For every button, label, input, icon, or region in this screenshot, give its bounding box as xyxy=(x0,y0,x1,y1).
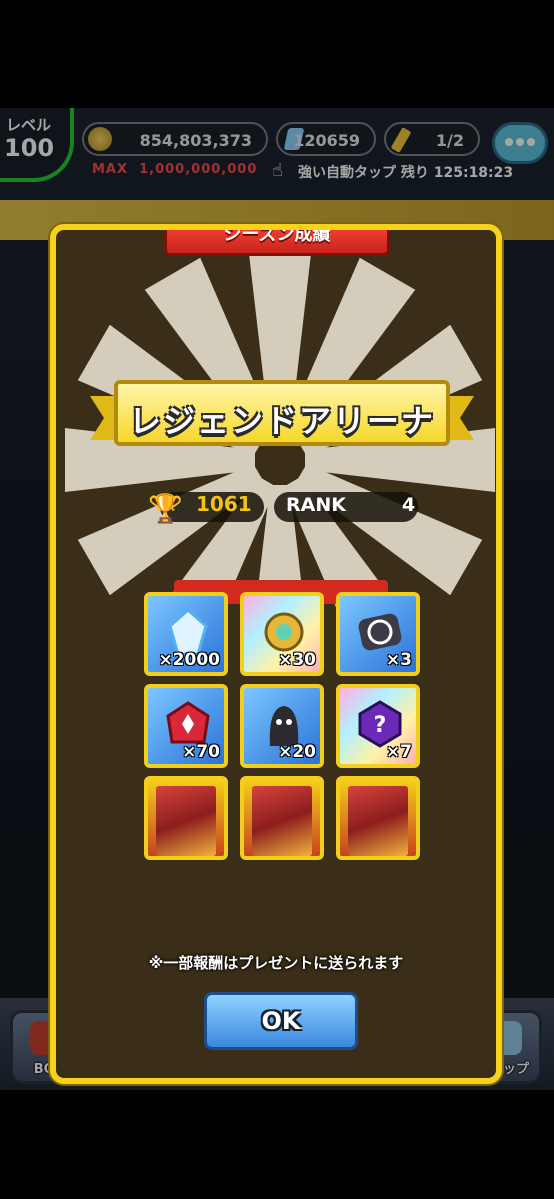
trophy-count: 1061 xyxy=(196,492,252,516)
banner-plate: レジェンドアリーナ xyxy=(114,380,450,446)
reward-item[interactable] xyxy=(336,776,420,860)
shadow-figure-icon xyxy=(269,706,299,746)
dark-medal-icon xyxy=(358,613,402,651)
reward-item[interactable] xyxy=(240,776,324,860)
reward-item[interactable]: ? ×7 xyxy=(336,684,420,768)
reward-quantity: ×20 xyxy=(278,742,316,762)
trophy-icon: 🏆 xyxy=(148,492,183,525)
reward-item[interactable]: ×20 xyxy=(240,684,324,768)
arena-banner: レジェンドアリーナ xyxy=(90,370,474,458)
season-results-dialog: シーズン成績 レジェンドアリーナ 🏆 1061 RANK 4 ×2000 ×30 ×… xyxy=(50,224,502,1084)
dragon-card-icon xyxy=(348,786,408,856)
reward-quantity: ×30 xyxy=(278,650,316,670)
rank-value: 4 xyxy=(402,494,416,516)
purple-mystery-icon: ? xyxy=(358,700,402,748)
dialog-title: シーズン成績 xyxy=(164,230,390,256)
reward-item[interactable] xyxy=(144,776,228,860)
svg-text:?: ? xyxy=(374,713,387,738)
reward-item[interactable]: ×2000 xyxy=(144,592,228,676)
rank-label: RANK xyxy=(286,494,346,516)
arena-name: レジェンドアリーナ xyxy=(128,402,435,440)
game-screen: レベル 100 854,803,373 120659 1/2 MAX 1,000… xyxy=(0,108,554,1090)
red-gem-icon xyxy=(166,701,210,744)
dragon-card-icon xyxy=(156,786,216,856)
reward-quantity: ×70 xyxy=(182,742,220,762)
reward-item[interactable]: ×3 xyxy=(336,592,420,676)
gold-gear-icon xyxy=(264,612,304,652)
reward-quantity: ×3 xyxy=(385,650,412,670)
reward-quantity: ×7 xyxy=(385,742,412,762)
ok-button[interactable]: OK xyxy=(204,992,358,1050)
reward-quantity: ×2000 xyxy=(158,650,220,670)
blue-crystal-icon xyxy=(168,608,208,656)
reward-item[interactable]: ×30 xyxy=(240,592,324,676)
dragon-card-icon xyxy=(252,786,312,856)
present-note: ※一部報酬はプレゼントに送られます xyxy=(148,954,404,972)
reward-item[interactable]: ×70 xyxy=(144,684,228,768)
